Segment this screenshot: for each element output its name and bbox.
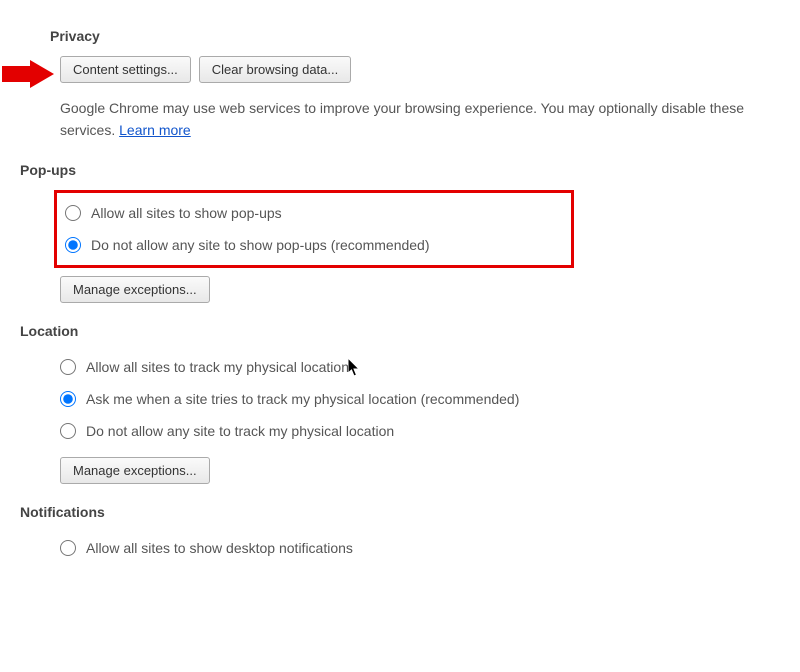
location-label-ask: Ask me when a site tries to track my phy…	[86, 391, 519, 407]
privacy-section: Privacy Content settings... Clear browsi…	[30, 28, 770, 142]
location-option-ask[interactable]: Ask me when a site tries to track my phy…	[60, 383, 770, 415]
notifications-radio-allow[interactable]	[60, 540, 76, 556]
location-radio-allow[interactable]	[60, 359, 76, 375]
location-radio-ask[interactable]	[60, 391, 76, 407]
location-radio-block[interactable]	[60, 423, 76, 439]
popups-radio-allow[interactable]	[65, 205, 81, 221]
popups-label-block: Do not allow any site to show pop-ups (r…	[91, 237, 430, 253]
popups-manage-exceptions-button[interactable]: Manage exceptions...	[60, 276, 210, 303]
location-option-block[interactable]: Do not allow any site to track my physic…	[60, 415, 770, 447]
location-section: Location Allow all sites to track my phy…	[30, 323, 770, 484]
clear-browsing-data-button[interactable]: Clear browsing data...	[199, 56, 351, 83]
popups-section: Pop-ups Allow all sites to show pop-ups …	[30, 162, 770, 303]
location-option-allow[interactable]: Allow all sites to track my physical loc…	[60, 351, 770, 383]
notifications-title: Notifications	[20, 504, 770, 520]
learn-more-link[interactable]: Learn more	[119, 122, 191, 138]
mouse-cursor-icon	[348, 358, 362, 378]
popups-radio-block[interactable]	[65, 237, 81, 253]
location-label-allow: Allow all sites to track my physical loc…	[86, 359, 349, 375]
privacy-description: Google Chrome may use web services to im…	[60, 97, 770, 142]
popups-highlight-box: Allow all sites to show pop-ups Do not a…	[54, 190, 574, 268]
content-settings-button[interactable]: Content settings...	[60, 56, 191, 83]
popups-option-allow[interactable]: Allow all sites to show pop-ups	[61, 197, 563, 229]
popups-label-allow: Allow all sites to show pop-ups	[91, 205, 282, 221]
privacy-button-row: Content settings... Clear browsing data.…	[60, 56, 770, 83]
notifications-label-allow: Allow all sites to show desktop notifica…	[86, 540, 353, 556]
notifications-option-allow[interactable]: Allow all sites to show desktop notifica…	[60, 532, 770, 564]
location-options: Allow all sites to track my physical loc…	[60, 351, 770, 447]
location-title: Location	[20, 323, 770, 339]
privacy-title: Privacy	[50, 28, 770, 44]
popups-title: Pop-ups	[20, 162, 770, 178]
location-label-block: Do not allow any site to track my physic…	[86, 423, 394, 439]
popups-option-block[interactable]: Do not allow any site to show pop-ups (r…	[61, 229, 563, 261]
location-manage-exceptions-button[interactable]: Manage exceptions...	[60, 457, 210, 484]
notifications-section: Notifications Allow all sites to show de…	[30, 504, 770, 564]
notifications-options: Allow all sites to show desktop notifica…	[60, 532, 770, 564]
